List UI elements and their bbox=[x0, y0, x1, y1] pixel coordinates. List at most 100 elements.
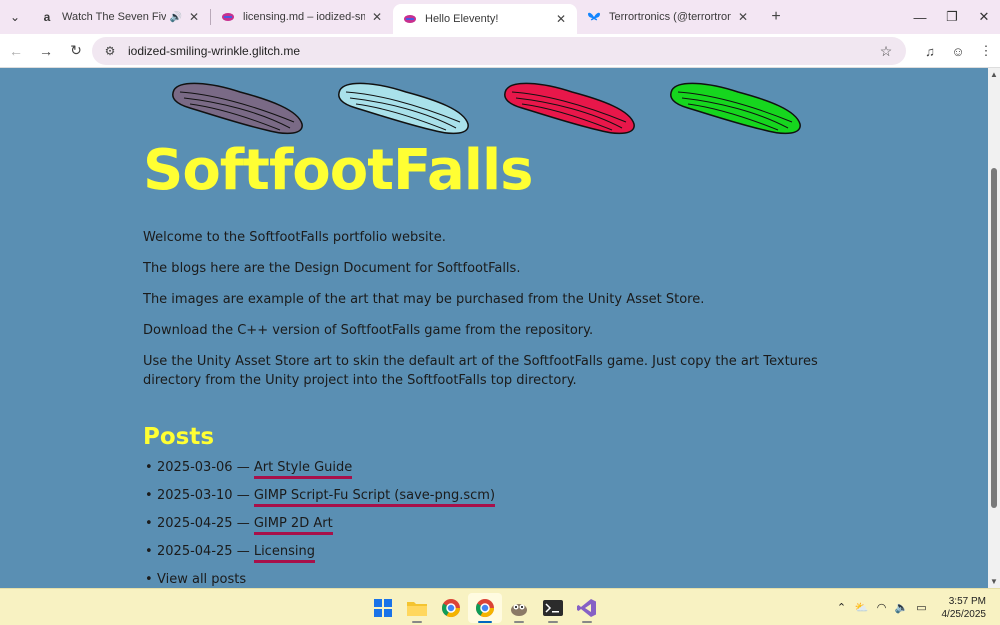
wifi-icon[interactable]: ◠ bbox=[872, 601, 892, 614]
post-link[interactable]: GIMP Script-Fu Script (save-png.scm) bbox=[253, 488, 496, 507]
tab-hello-eleventy[interactable]: Hello Eleventy! ✕ bbox=[393, 4, 577, 34]
folder-icon bbox=[407, 602, 427, 616]
clock-time: 3:57 PM bbox=[948, 595, 986, 607]
taskbar-gimp[interactable] bbox=[502, 593, 536, 623]
intro-paragraph: Use the Unity Asset Store art to skin th… bbox=[143, 354, 818, 388]
close-window-button[interactable]: ✕ bbox=[968, 0, 1000, 34]
profile-avatar[interactable]: ☺ bbox=[944, 37, 972, 65]
volume-icon[interactable]: 🔈 bbox=[892, 601, 912, 614]
shoe-logo-icon bbox=[670, 82, 801, 135]
gimp-icon bbox=[511, 604, 527, 616]
address-bar[interactable]: ⚙ iodized-smiling-wrinkle.glitch.me ☆ bbox=[92, 37, 906, 65]
tab-title: Terrortronics (@terrortronics.bs bbox=[609, 11, 731, 23]
post-separator: — bbox=[232, 544, 254, 559]
back-button[interactable]: ← bbox=[2, 37, 30, 65]
intro-paragraph: The images are example of the art that m… bbox=[143, 292, 705, 307]
menu-icon[interactable]: ⋮ bbox=[972, 37, 1000, 65]
bluesky-icon bbox=[587, 10, 601, 24]
shoe-logo-icon bbox=[338, 82, 469, 135]
post-date: 2025-03-10 bbox=[157, 488, 233, 503]
running-indicator bbox=[412, 621, 422, 623]
site-info-icon[interactable]: ⚙ bbox=[98, 44, 122, 58]
taskbar-chrome[interactable] bbox=[434, 593, 468, 623]
post-separator: — bbox=[232, 488, 254, 503]
post-link[interactable]: Licensing bbox=[253, 544, 315, 563]
taskbar-file-explorer[interactable] bbox=[400, 593, 434, 623]
system-tray: ⌃ ⛅ ◠ 🔈 ▭ 3:57 PM 4/25/2025 bbox=[832, 589, 987, 625]
view-all-posts-link[interactable]: View all posts bbox=[157, 572, 246, 588]
taskbar-visual-studio[interactable] bbox=[570, 593, 604, 623]
post-separator: — bbox=[232, 460, 254, 475]
speaker-icon[interactable]: 🔊 bbox=[170, 12, 182, 23]
post-date: 2025-03-06 bbox=[157, 460, 233, 475]
list-item: 2025-03-06 — Art Style Guide bbox=[145, 460, 495, 488]
running-indicator bbox=[514, 621, 524, 623]
taskbar-apps bbox=[366, 593, 604, 623]
url-text[interactable]: iodized-smiling-wrinkle.glitch.me bbox=[128, 44, 874, 58]
running-indicator bbox=[478, 621, 492, 623]
shoe-logo-icon bbox=[172, 82, 303, 135]
scroll-up-icon[interactable]: ▲ bbox=[990, 70, 998, 79]
tab-title: Hello Eleventy! bbox=[425, 13, 499, 25]
media-control-icon[interactable]: ♫ bbox=[916, 37, 944, 65]
post-link[interactable]: GIMP 2D Art bbox=[253, 516, 333, 535]
tab-strip: ⌄ a Watch The Seven Five | Prim 🔊 ✕ lice… bbox=[0, 0, 1000, 34]
chrome-icon bbox=[476, 599, 494, 618]
intro-paragraph: The blogs here are the Design Document f… bbox=[143, 261, 521, 276]
tab-amazon[interactable]: a Watch The Seven Five | Prim 🔊 ✕ bbox=[30, 0, 210, 34]
scroll-down-icon[interactable]: ▼ bbox=[990, 577, 998, 586]
reload-icon: ↻ bbox=[70, 42, 82, 58]
new-tab-button[interactable]: + bbox=[763, 8, 789, 26]
tab-licensing[interactable]: licensing.md – iodized-smiling- ✕ bbox=[211, 0, 393, 34]
intro-paragraph: Download the C++ version of SoftfootFall… bbox=[143, 323, 594, 338]
tab-title: licensing.md – iodized-smiling- bbox=[243, 11, 365, 23]
tab-search-button[interactable]: ⌄ bbox=[0, 0, 30, 34]
close-icon[interactable]: ✕ bbox=[735, 10, 751, 24]
amazon-icon: a bbox=[43, 10, 51, 24]
scrollbar-thumb[interactable] bbox=[991, 168, 997, 508]
posts-heading: Posts bbox=[143, 424, 215, 450]
taskbar-terminal[interactable] bbox=[536, 593, 570, 623]
clock-date: 4/25/2025 bbox=[941, 608, 987, 620]
terminal-icon bbox=[543, 600, 563, 616]
chrome-icon bbox=[442, 599, 460, 618]
taskbar-chrome-profile[interactable] bbox=[468, 593, 502, 623]
chevron-down-icon: ⌄ bbox=[9, 10, 21, 24]
logo-banner bbox=[172, 82, 801, 135]
plus-icon: + bbox=[771, 8, 781, 25]
page-viewport: SoftfootFalls Welcome to the SoftfootFal… bbox=[0, 68, 988, 588]
restore-button[interactable]: ❐ bbox=[936, 0, 968, 34]
intro-content: Welcome to the SoftfootFalls portfolio w… bbox=[143, 228, 843, 402]
close-icon[interactable]: ✕ bbox=[369, 10, 385, 24]
forward-button[interactable]: → bbox=[32, 37, 60, 65]
minimize-button[interactable]: — bbox=[904, 0, 936, 34]
intro-paragraph: Welcome to the SoftfootFalls portfolio w… bbox=[143, 230, 446, 245]
reload-button[interactable]: ↻ bbox=[62, 37, 90, 65]
clock[interactable]: 3:57 PM 4/25/2025 bbox=[942, 595, 987, 621]
posts-list: 2025-03-06 — Art Style Guide 2025-03-10 … bbox=[145, 460, 496, 588]
visual-studio-icon bbox=[577, 599, 596, 617]
arrow-left-icon: ← bbox=[9, 42, 23, 59]
shoe-logo-icon bbox=[504, 82, 635, 135]
post-link[interactable]: Art Style Guide bbox=[253, 460, 353, 479]
running-indicator bbox=[582, 621, 592, 623]
close-icon[interactable]: ✕ bbox=[553, 12, 569, 26]
chevron-up-icon[interactable]: ⌃ bbox=[832, 601, 852, 614]
tab-terrortronics[interactable]: Terrortronics (@terrortronics.bs ✕ bbox=[577, 0, 759, 34]
windows-icon bbox=[374, 599, 392, 617]
page-scrollbar[interactable]: ▲ ▼ bbox=[988, 68, 1000, 588]
bookmark-star-icon[interactable]: ☆ bbox=[874, 43, 898, 60]
weather-icon[interactable]: ⛅ bbox=[852, 601, 872, 614]
running-indicator bbox=[548, 621, 558, 623]
close-icon[interactable]: ✕ bbox=[186, 10, 202, 24]
window-controls: — ❐ ✕ bbox=[904, 0, 1000, 34]
toolbar-right: ♫ ☺ ⋮ bbox=[916, 34, 1000, 68]
start-button[interactable] bbox=[366, 593, 400, 623]
post-date: 2025-04-25 bbox=[157, 544, 233, 559]
battery-icon[interactable]: ▭ bbox=[912, 601, 932, 614]
arrow-right-icon: → bbox=[39, 42, 53, 59]
site-title[interactable]: SoftfootFalls bbox=[143, 138, 533, 203]
post-date: 2025-04-25 bbox=[157, 516, 233, 531]
post-separator: — bbox=[232, 516, 254, 531]
list-item: 2025-04-25 — Licensing bbox=[145, 544, 495, 572]
